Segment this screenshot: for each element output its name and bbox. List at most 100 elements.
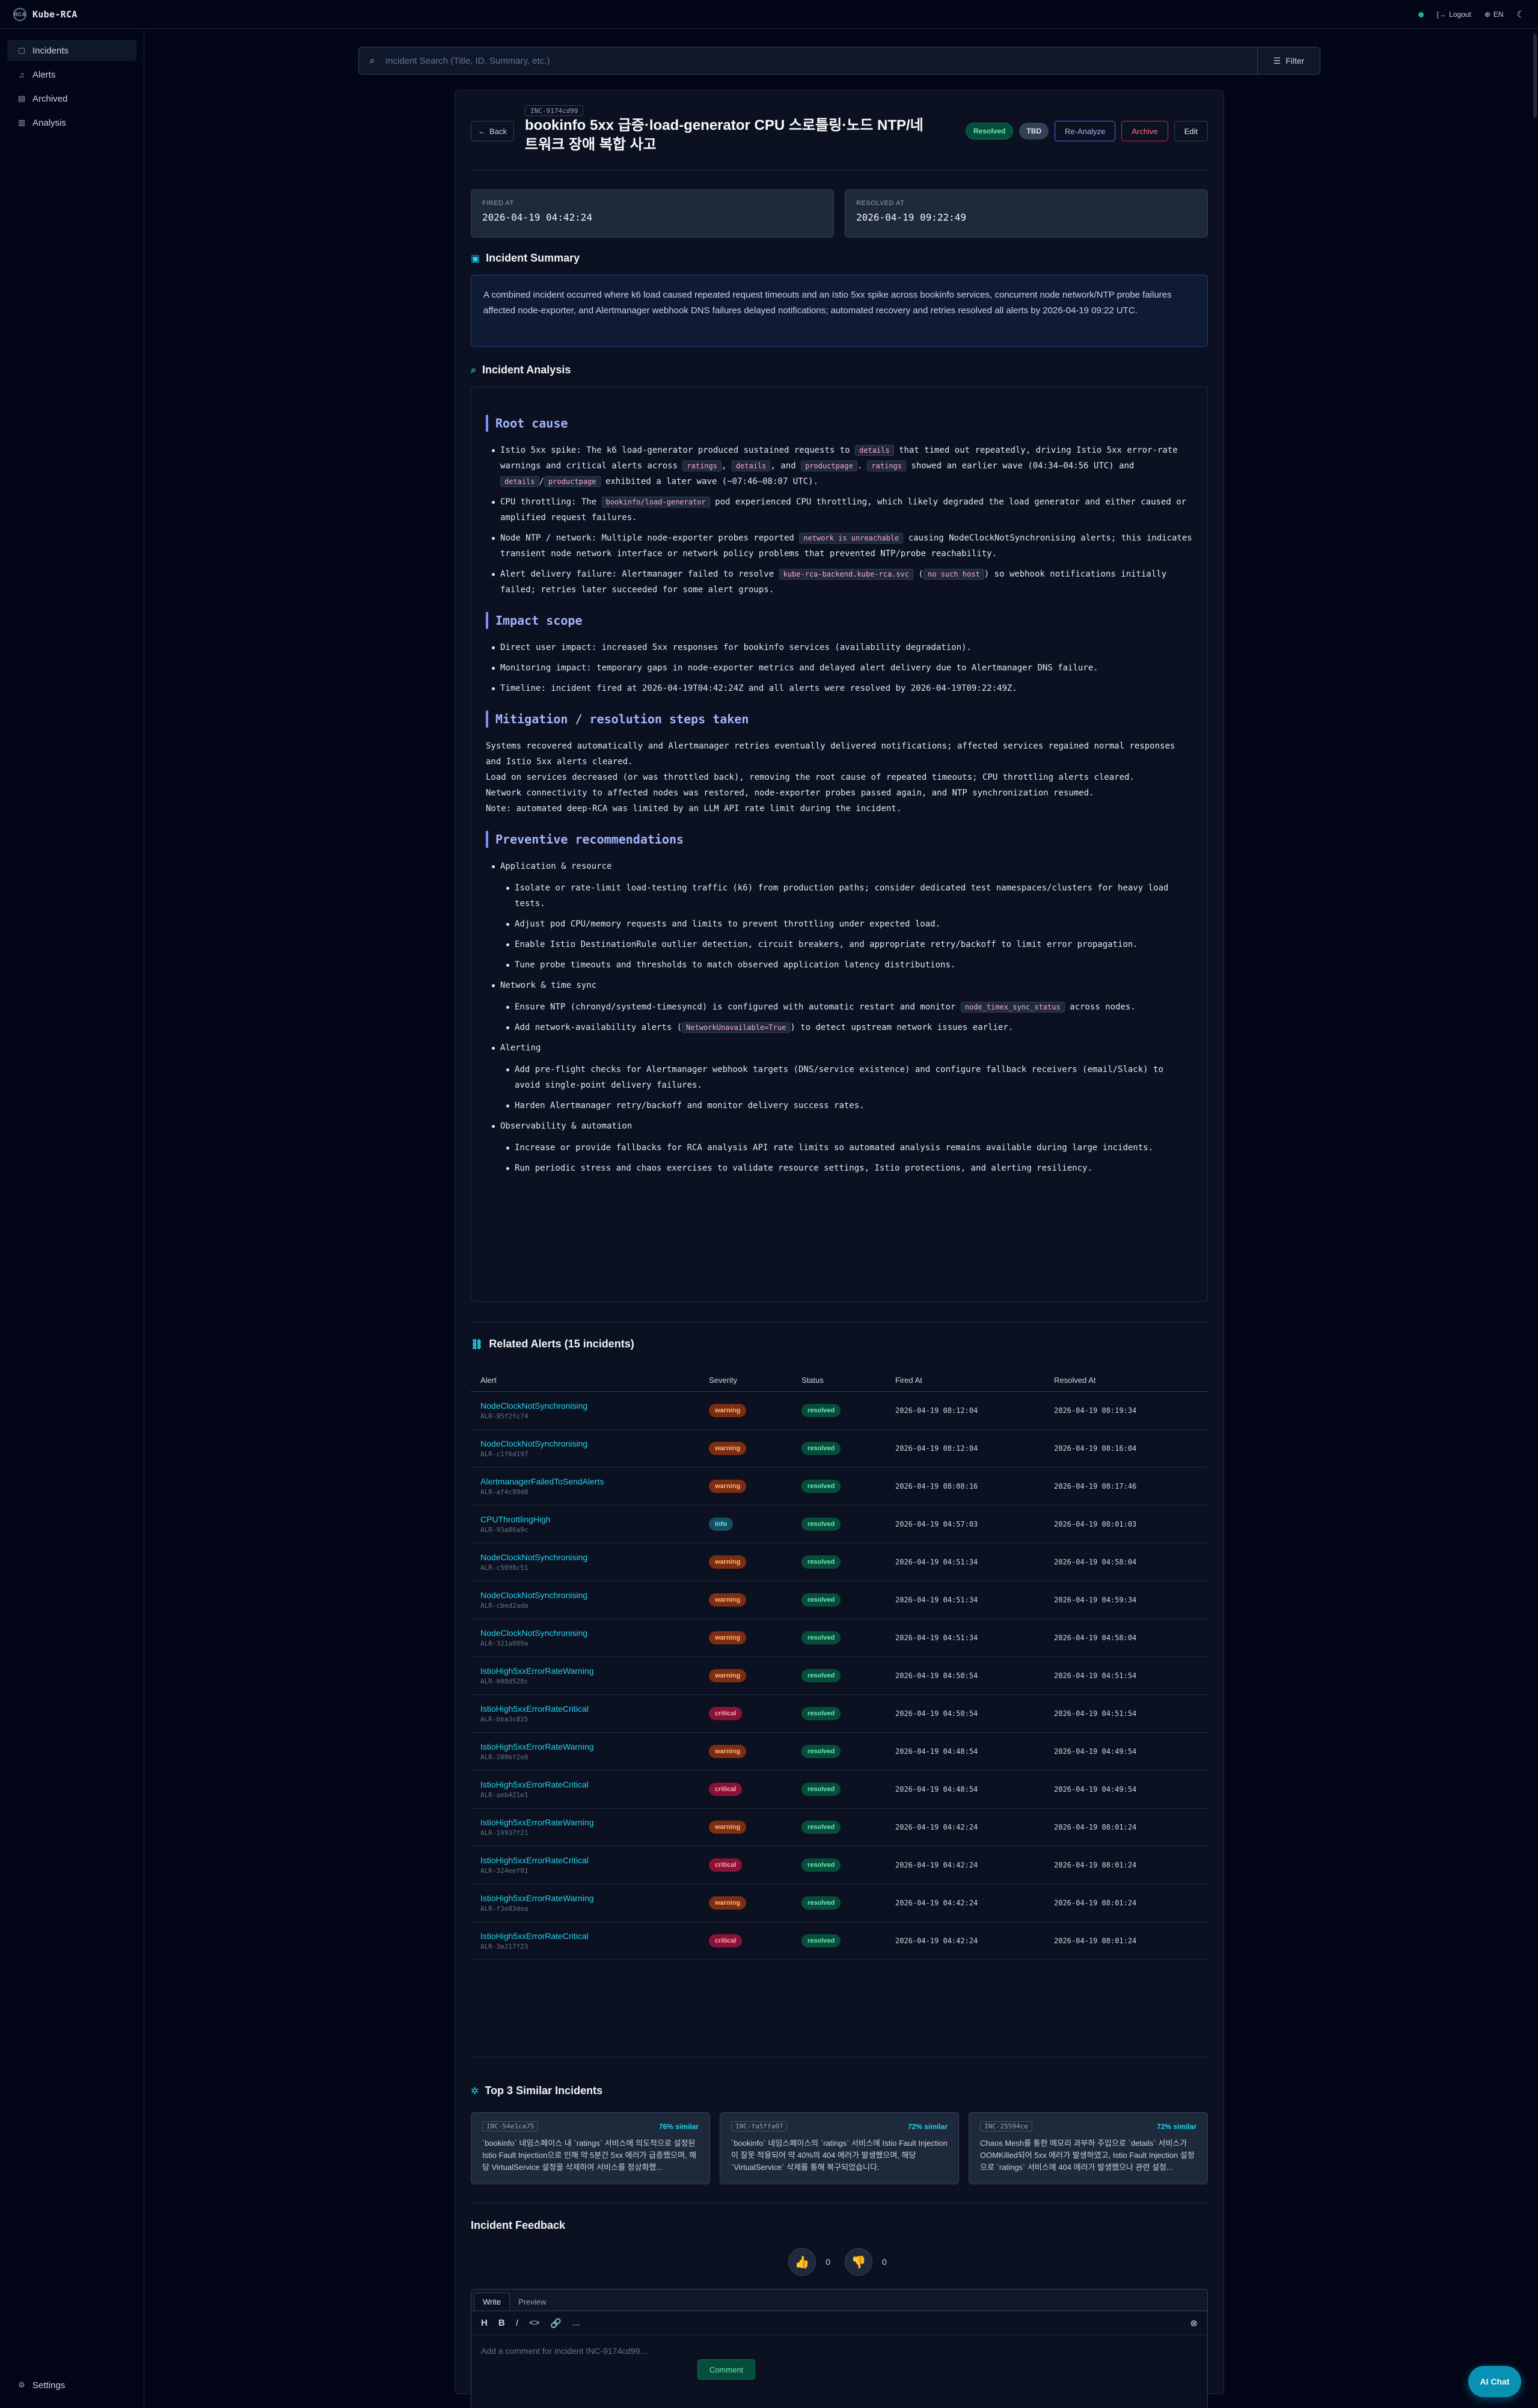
sidebar-item-alerts[interactable]: ♫ Alerts <box>7 64 136 85</box>
impact-list: Direct user impact: increased 5xx respon… <box>486 640 1193 696</box>
related-alerts-table: Alert Severity Status Fired At Resolved … <box>471 1369 1208 1960</box>
alert-name-link[interactable]: NodeClockNotSynchronising <box>480 1438 709 1450</box>
severity-badge: critical <box>709 1858 743 1872</box>
search-input[interactable] <box>385 55 1257 66</box>
alert-name-link[interactable]: AlertmanagerFailedToSendAlerts <box>480 1475 709 1487</box>
alert-cell: NodeClockNotSynchronising ALR-c5098c51 <box>471 1551 709 1573</box>
fired-at-cell: 2026-04-19 08:12:04 <box>895 1444 978 1453</box>
alert-name-link[interactable]: IstioHigh5xxErrorRateCritical <box>480 1854 709 1866</box>
archive-button[interactable]: Archive <box>1121 121 1168 141</box>
language-button[interactable]: ⊕ EN <box>1484 10 1504 19</box>
sub-list: Add pre-flight checks for Alertmanager w… <box>500 1062 1193 1114</box>
comment-button[interactable]: Comment <box>697 2359 755 2380</box>
fullscreen-icon[interactable]: ⊗ <box>1190 2318 1198 2329</box>
alert-name-link[interactable]: IstioHigh5xxErrorRateWarning <box>480 1741 709 1753</box>
re-analyze-button[interactable]: Re-Analyze <box>1055 121 1116 141</box>
list-item: Increase or provide fallbacks for RCA an… <box>506 1140 1193 1156</box>
bold-button[interactable]: B <box>498 2318 505 2328</box>
italic-button[interactable]: I <box>516 2318 518 2328</box>
similar-incident-id: INC-25594ce <box>980 2121 1032 2131</box>
fired-at-cell: 2026-04-19 04:42:24 <box>895 1899 978 1907</box>
app-name: Kube-RCA <box>32 8 78 20</box>
resolved-at-cell: 2026-04-19 08:16:04 <box>1054 1444 1137 1453</box>
table-row[interactable]: AlertmanagerFailedToSendAlerts ALR-af4c89… <box>471 1468 1208 1506</box>
sidebar-item-settings[interactable]: ⚙ Settings <box>7 2374 137 2396</box>
text: Node NTP / network: Multiple node-export… <box>500 533 794 543</box>
alert-id: ALR-3e217f23 <box>480 1943 528 1950</box>
comment-textarea[interactable]: Add a comment for incident INC-9174cd99.… <box>471 2335 1207 2367</box>
alert-name-link[interactable]: NodeClockNotSynchronising <box>480 1589 709 1601</box>
similar-incident-card[interactable]: INC-25594ce 72% similar Chaos Mesh를 통한 메모… <box>969 2112 1208 2184</box>
link-button[interactable]: 🔗 <box>550 2318 562 2329</box>
thumbs-up-button[interactable]: 👍 <box>788 2248 816 2276</box>
severity-cell: critical <box>709 1934 801 1947</box>
similar-incident-card[interactable]: INC-54e1ca75 76% similar `bookinfo` 네임스페이… <box>471 2112 710 2184</box>
alert-name-link[interactable]: NodeClockNotSynchronising <box>480 1551 709 1563</box>
alert-name-link[interactable]: IstioHigh5xxErrorRateCritical <box>480 1930 709 1942</box>
severity-badge: warning <box>709 1404 747 1417</box>
filter-button[interactable]: ☰ Filter <box>1257 47 1320 74</box>
list-item: Monitoring impact: temporary gaps in nod… <box>492 660 1193 676</box>
status-cell: resolved <box>801 1480 895 1493</box>
table-row[interactable]: CPUThrottlingHigh ALR-93a86a9c info resolve… <box>471 1506 1208 1543</box>
similarity-score: 76% similar <box>658 2122 699 2131</box>
similar-incident-card[interactable]: INC-fa5ffa07 72% similar `bookinfo` 네임스페이… <box>720 2112 959 2184</box>
fired-at-cell: 2026-04-19 04:50:54 <box>895 1709 978 1718</box>
table-row[interactable]: NodeClockNotSynchronising ALR-321a809a war… <box>471 1619 1208 1657</box>
alert-name-link[interactable]: NodeClockNotSynchronising <box>480 1400 709 1412</box>
table-row[interactable]: IstioHigh5xxErrorRateWarning ALR-280bf2e8… <box>471 1733 1208 1771</box>
back-button[interactable]: ← Back <box>471 121 514 141</box>
sidebar-item-analysis[interactable]: ▥ Analysis <box>7 112 136 133</box>
table-row[interactable]: IstioHigh5xxErrorRateCritical ALR-bba3c82… <box>471 1695 1208 1733</box>
table-row[interactable]: NodeClockNotSynchronising ALR-c5098c51 war… <box>471 1543 1208 1581</box>
table-row[interactable]: IstioHigh5xxErrorRateCritical ALR-aeb421e… <box>471 1771 1208 1809</box>
fired-at-cell: 2026-04-19 08:08:16 <box>895 1482 978 1490</box>
status-cell: resolved <box>801 1593 895 1607</box>
arrow-left-icon: ← <box>478 126 486 136</box>
table-row[interactable]: IstioHigh5xxErrorRateCritical ALR-3e217f2… <box>471 1922 1208 1960</box>
alert-name-link[interactable]: IstioHigh5xxErrorRateWarning <box>480 1892 709 1904</box>
edit-button[interactable]: Edit <box>1174 121 1208 141</box>
table-row[interactable]: NodeClockNotSynchronising ALR-cbed2ada war… <box>471 1581 1208 1619</box>
alert-name-link[interactable]: CPUThrottlingHigh <box>480 1513 709 1525</box>
sidebar: ▢ Incidents ♫ Alerts ▤ Archived ▥ Analys… <box>0 29 144 2408</box>
theme-toggle[interactable]: ☾ <box>1517 9 1525 20</box>
alert-name-link[interactable]: IstioHigh5xxErrorRateCritical <box>480 1778 709 1791</box>
thumbs-down-button[interactable]: 👎 <box>845 2248 872 2276</box>
alert-name-link[interactable]: NodeClockNotSynchronising <box>480 1627 709 1639</box>
heading-button[interactable]: H <box>481 2318 488 2328</box>
thumbs-up-icon: 👍 <box>794 2255 810 2269</box>
brand[interactable]: RCA Kube-RCA <box>13 7 78 21</box>
inline-code: NetworkUnavailable=True <box>682 1022 791 1033</box>
table-row[interactable]: IstioHigh5xxErrorRateWarning ALR-608d528c… <box>471 1657 1208 1695</box>
status-cell: resolved <box>801 1821 895 1834</box>
tab-write[interactable]: Write <box>474 2293 510 2311</box>
sidebar-item-archived[interactable]: ▤ Archived <box>7 88 136 109</box>
table-row[interactable]: IstioHigh5xxErrorRateWarning ALR-f3e83dea… <box>471 1884 1208 1922</box>
table-row[interactable]: IstioHigh5xxErrorRateWarning ALR-19937f21… <box>471 1809 1208 1846</box>
severity-cell: warning <box>709 1404 801 1417</box>
status-badge: Resolved <box>966 123 1014 139</box>
ai-chat-button[interactable]: AI Chat <box>1468 2366 1521 2397</box>
table-row[interactable]: NodeClockNotSynchronising ALR-c1f6d197 war… <box>471 1430 1208 1468</box>
logout-button[interactable]: [→ Logout <box>1437 10 1471 19</box>
alert-name-link[interactable]: IstioHigh5xxErrorRateCritical <box>480 1703 709 1715</box>
alert-name-link[interactable]: IstioHigh5xxErrorRateWarning <box>480 1816 709 1828</box>
code-button[interactable]: <> <box>529 2318 540 2328</box>
sidebar-item-label: Incidents <box>32 45 69 56</box>
table-row[interactable]: IstioHigh5xxErrorRateCritical ALR-324eef0… <box>471 1846 1208 1884</box>
more-button[interactable]: ... <box>572 2318 580 2328</box>
severity-cell: warning <box>709 1593 801 1607</box>
alert-id: ALR-93a86a9c <box>480 1526 528 1534</box>
moon-icon: ☾ <box>1516 10 1525 20</box>
table-row[interactable]: NodeClockNotSynchronising ALR-95f2fc74 war… <box>471 1392 1208 1430</box>
scrollbar-thumb[interactable] <box>1533 34 1537 118</box>
sidebar-item-incidents[interactable]: ▢ Incidents <box>7 40 136 61</box>
text: ( <box>918 569 924 579</box>
list-item: Adjust pod CPU/memory requests and limit… <box>506 916 1193 932</box>
alert-name-link[interactable]: IstioHigh5xxErrorRateWarning <box>480 1665 709 1677</box>
status-cell: resolved <box>801 1707 895 1720</box>
tab-preview[interactable]: Preview <box>510 2293 554 2311</box>
status-cell: resolved <box>801 1518 895 1531</box>
severity-cell: warning <box>709 1896 801 1910</box>
